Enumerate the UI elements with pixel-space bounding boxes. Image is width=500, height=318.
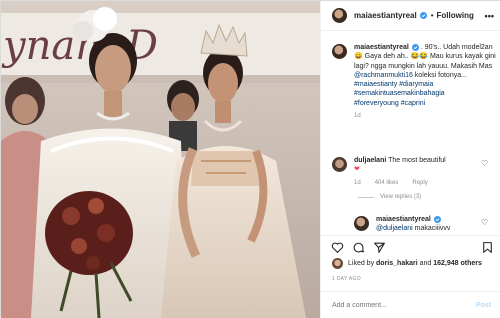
caption-meta: 1d — [354, 112, 500, 121]
reply-item: maiaestiantyreal @duljaelani makaciiivvv — [354, 215, 494, 234]
view-replies-button[interactable]: View replies (3) — [358, 194, 421, 200]
caption-username[interactable]: maiaestiantyreal — [354, 44, 409, 51]
replies-divider-line — [358, 196, 374, 198]
reply-body: maiaestiantyreal @duljaelani makaciiivvv — [376, 215, 494, 234]
liker-username[interactable]: doris_hakari — [376, 260, 418, 267]
post-photo-image: ynam D — [1, 1, 320, 318]
comment-username[interactable]: duljaelani — [354, 157, 386, 164]
like-reply-heart-icon[interactable]: ♡ — [481, 218, 488, 227]
author-username[interactable]: maiaestiantyreal — [354, 11, 417, 20]
action-bar — [321, 235, 500, 257]
comment-meta: 1d 404 likes Reply — [354, 179, 500, 188]
reply-username[interactable]: maiaestiantyreal — [376, 216, 431, 223]
like-comment-heart-icon[interactable]: ♡ — [481, 159, 488, 168]
view-replies-label: View replies (3) — [380, 194, 422, 200]
bookmark-icon[interactable] — [481, 241, 494, 254]
hashtag[interactable]: #maiaestianty — [354, 81, 397, 88]
caption-text-1: . 90's.. Udah model2an — [418, 44, 493, 51]
liker-avatar[interactable] — [332, 258, 343, 269]
caption-text-2: Gaya deh ah.. — [362, 53, 411, 61]
instagram-post-card: ynam D maiaestiantyreal • Following ••• … — [0, 0, 500, 318]
caption-time: 1d — [354, 113, 361, 120]
share-icon[interactable] — [373, 241, 386, 254]
caption-text-4: koleksi fotonya... — [412, 71, 467, 79]
following-button[interactable]: Following — [437, 11, 474, 20]
hashtag[interactable]: #diarymaia — [399, 81, 433, 88]
likes-middle: and — [417, 260, 434, 267]
commenter-avatar[interactable] — [332, 157, 347, 172]
post-photo[interactable]: ynam D — [1, 1, 320, 318]
comment-text: The most beautiful — [388, 157, 446, 164]
comment-likes[interactable]: 404 likes — [375, 179, 399, 188]
add-comment-bar: Post — [321, 291, 500, 318]
caption: maiaestiantyreal . 90's.. Udah model2an … — [332, 43, 500, 121]
comment-body: duljaelani The most beautiful ❤ 1d 404 l… — [354, 156, 500, 188]
heart-emoji: ❤ — [354, 166, 360, 174]
hashtag[interactable]: #semakintuasemakinbahagia — [354, 90, 445, 97]
hashtag[interactable]: #foreveryoung — [354, 100, 399, 107]
separator-dot: • — [430, 11, 434, 20]
hashtag[interactable]: #caprini — [401, 100, 426, 107]
likes-count[interactable]: 162,948 others — [433, 260, 482, 267]
caption-mention[interactable]: @rachmanmukti16 — [354, 72, 413, 79]
reply-button[interactable]: Reply — [412, 179, 427, 188]
verified-badge-icon — [433, 215, 441, 223]
comment-item: duljaelani The most beautiful ❤ 1d 404 l… — [332, 156, 500, 188]
add-comment-input[interactable] — [332, 301, 476, 309]
likes-text: Liked by doris_hakari and 162,948 others — [348, 260, 482, 267]
comment-icon[interactable] — [352, 241, 365, 254]
post-header: maiaestiantyreal • Following ••• — [321, 1, 500, 31]
post-sidebar: maiaestiantyreal • Following ••• maiaest… — [320, 1, 500, 318]
more-options-icon[interactable]: ••• — [485, 11, 494, 21]
emoji-1: 😄 — [354, 53, 363, 61]
reply-text: makaciiivvv — [412, 225, 451, 233]
verified-badge-icon — [419, 12, 427, 19]
likes-prefix: Liked by — [348, 260, 377, 267]
caption-avatar[interactable] — [332, 44, 347, 59]
post-comment-button[interactable]: Post — [476, 302, 491, 309]
caption-body: maiaestiantyreal . 90's.. Udah model2an … — [354, 43, 500, 121]
author-avatar[interactable] — [332, 8, 347, 23]
reply-mention[interactable]: @duljaelani — [376, 225, 413, 232]
verified-badge-icon — [411, 43, 419, 51]
comments-section: maiaestiantyreal . 90's.. Udah model2an … — [321, 35, 500, 235]
emoji-2: 😂😂 — [410, 53, 429, 61]
post-timestamp: 1 DAY AGO — [332, 276, 361, 282]
likes-summary: Liked by doris_hakari and 162,948 others — [332, 258, 482, 269]
comment-time: 1d — [354, 179, 361, 186]
heart-icon[interactable] — [331, 241, 344, 254]
reply-avatar[interactable] — [354, 216, 369, 231]
